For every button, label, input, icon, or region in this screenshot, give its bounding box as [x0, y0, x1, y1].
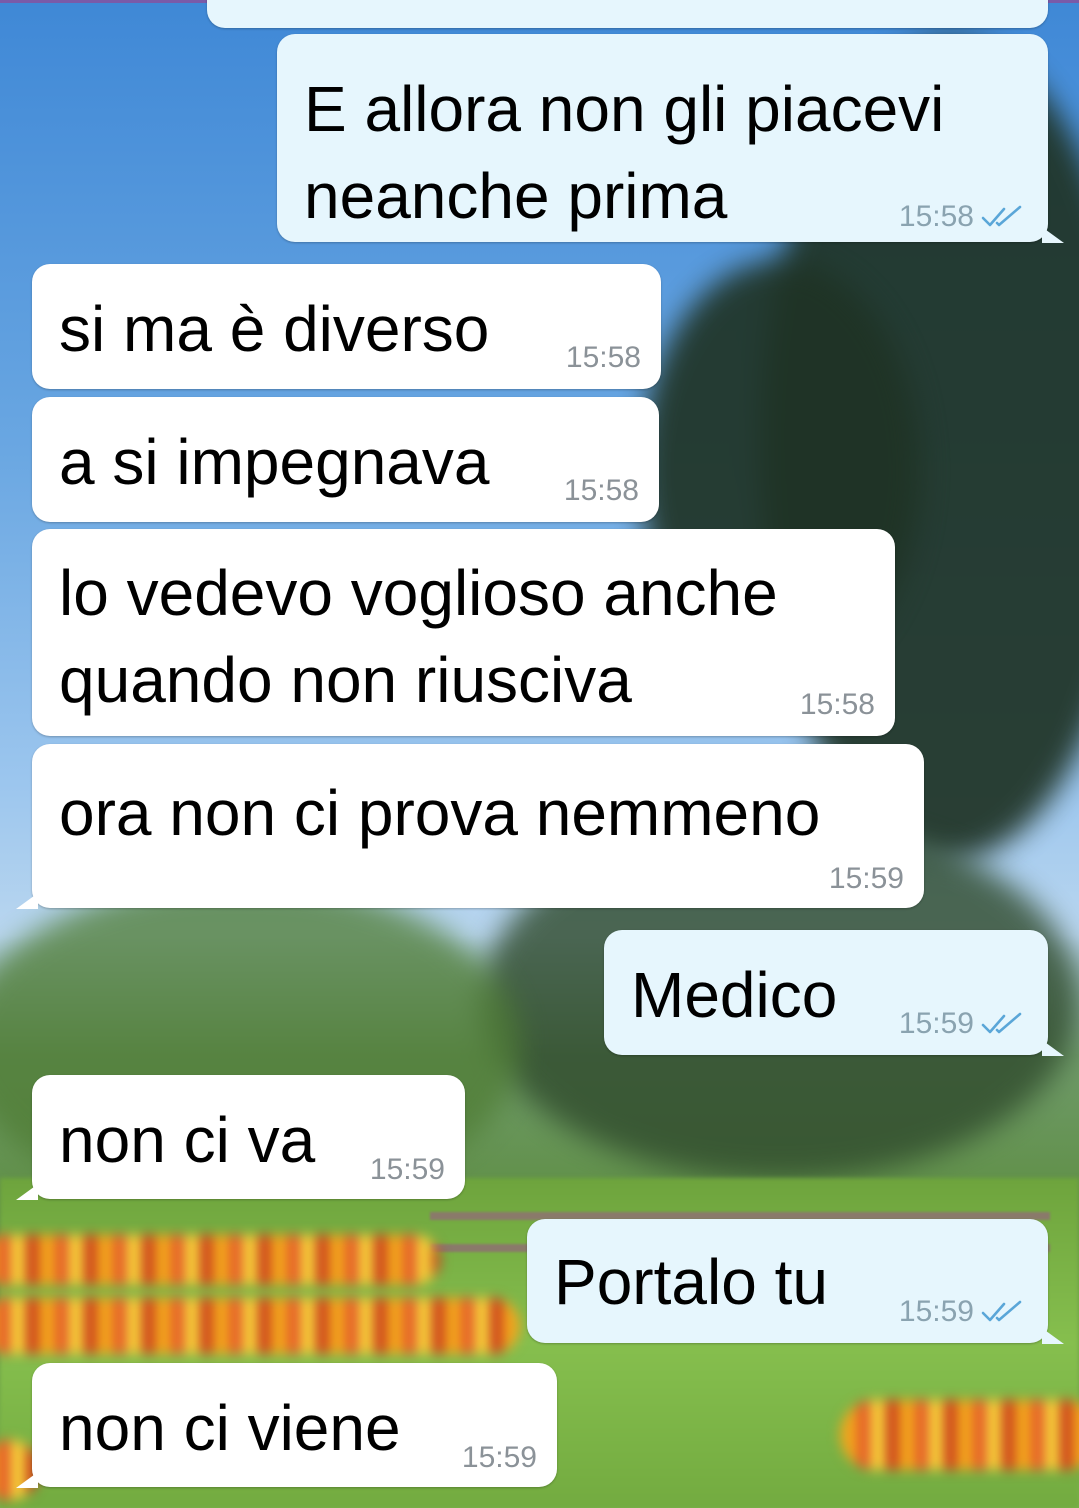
bubble-tail	[1042, 1328, 1064, 1344]
bubble-tail	[1042, 1040, 1064, 1056]
message-bubble-incoming[interactable]: a si impegnava 15:58	[32, 397, 659, 522]
message-text: a si impegnava	[59, 426, 490, 498]
message-bubble-previous[interactable]	[207, 0, 1048, 28]
message-time: 15:58	[565, 341, 641, 374]
bubble-tail	[16, 1472, 38, 1488]
message-bubble-outgoing[interactable]: Medico 15:59	[604, 930, 1064, 1056]
message-text: non ci va	[59, 1104, 316, 1176]
message-text-line: lo vedevo voglioso anche	[59, 557, 778, 629]
double-check-icon	[981, 205, 1022, 227]
chat-message-list[interactable]: E allora non gli piacevi neanche prima 1…	[0, 0, 1079, 1508]
message-bubble-incoming[interactable]: ora non ci prova nemmeno 15:59	[16, 744, 924, 909]
message-meta: 15:58	[564, 474, 639, 508]
message-meta: 15:59	[899, 1007, 1026, 1041]
message-time: 15:59	[898, 1007, 974, 1040]
message-text: Medico	[631, 959, 838, 1031]
message-time: 15:59	[369, 1153, 445, 1186]
message-time: 15:58	[563, 474, 639, 507]
double-check-icon	[981, 1012, 1022, 1034]
message-bubble-incoming[interactable]: si ma è diverso 15:58	[32, 264, 661, 389]
message-time: 15:58	[898, 200, 974, 233]
message-meta: 15:59	[370, 1153, 445, 1187]
message-bubble-outgoing[interactable]: Portalo tu 15:59	[527, 1219, 1064, 1344]
message-bubble-incoming[interactable]: non ci va 15:59	[16, 1075, 465, 1200]
message-text-line: E allora non gli piacevi	[304, 73, 945, 145]
message-text: Portalo tu	[554, 1246, 828, 1318]
bubble-tail	[16, 893, 38, 909]
message-text: non ci viene	[59, 1392, 401, 1464]
double-check-icon	[981, 1300, 1022, 1322]
message-bubble-incoming[interactable]: lo vedevo voglioso anche quando non rius…	[32, 529, 895, 736]
message-meta: 15:58	[899, 200, 1026, 234]
message-text-line: quando non riusciva	[59, 644, 632, 716]
bubble-tail	[1042, 227, 1064, 243]
message-meta: 15:58	[800, 688, 875, 722]
message-text: si ma è diverso	[59, 293, 490, 365]
message-bubble-incoming[interactable]: non ci viene 15:59	[16, 1363, 557, 1488]
bubble-tail	[16, 1184, 38, 1200]
message-time: 15:59	[828, 862, 904, 895]
message-text: lo vedevo voglioso anche quando non rius…	[59, 550, 778, 724]
message-text: E allora non gli piacevi neanche prima	[304, 66, 944, 240]
message-meta: 15:59	[899, 1295, 1026, 1329]
message-time: 15:59	[898, 1295, 974, 1328]
message-meta: 15:59	[829, 862, 904, 896]
message-text-line: neanche prima	[304, 160, 728, 232]
message-time: 15:59	[461, 1441, 537, 1474]
message-text: ora non ci prova nemmeno	[59, 777, 821, 849]
message-meta: 15:58	[566, 341, 641, 375]
message-bubble-outgoing[interactable]: E allora non gli piacevi neanche prima 1…	[277, 34, 1064, 243]
message-meta: 15:59	[462, 1441, 537, 1475]
message-time: 15:58	[799, 688, 875, 721]
